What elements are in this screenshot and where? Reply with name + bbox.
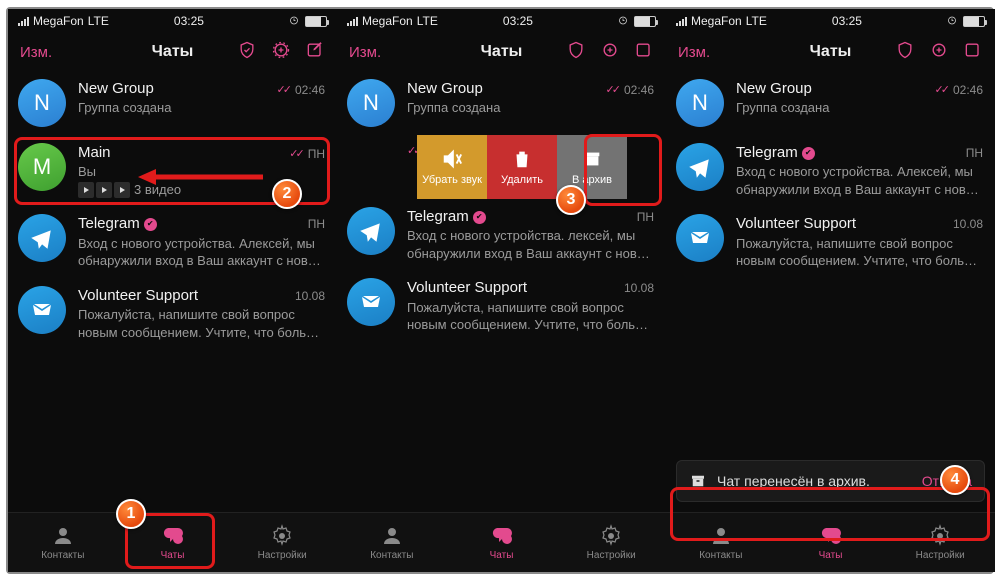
header: Изм. Чаты — [666, 33, 995, 71]
new-group-icon[interactable] — [271, 40, 291, 65]
snackbar-text: Чат перенесён в архив. — [717, 473, 870, 489]
snackbar: Чат перенесён в архив. Отмена — [676, 460, 985, 502]
screen-1: MegaFon LTE 03:25 Изм. Чаты N — [8, 9, 337, 572]
tab-contacts[interactable]: Контакты — [666, 513, 776, 572]
tab-chats[interactable]: Чаты — [118, 513, 228, 572]
chat-name: Volunteer Support — [78, 286, 198, 306]
edit-button[interactable]: Изм. — [349, 44, 381, 61]
chat-telegram[interactable]: Telegram ✔ПНВход с нового устройства. Ал… — [666, 135, 995, 206]
verified-icon: ✔ — [144, 218, 157, 231]
chat-preview: Вы 3 видео — [78, 163, 325, 198]
chat-volunteer-support[interactable]: Volunteer Support10.08Пожалуйста, напиши… — [666, 206, 995, 277]
chat-telegram[interactable]: Telegram ✔ПНВход с нового устройства. ле… — [337, 199, 666, 270]
swipe-mute[interactable]: Убрать звук — [417, 135, 487, 199]
chat-time: ✓✓02:46 — [277, 82, 325, 98]
swipe-archive[interactable]: В архив — [557, 135, 627, 199]
tab-settings[interactable]: Настройки — [227, 513, 337, 572]
network: LTE — [88, 14, 109, 28]
chat-preview: Группа создана — [78, 99, 325, 117]
edit-button[interactable]: Изм. — [678, 44, 710, 61]
chat-main-swiped[interactable]: ✓✓ПН Убрать звук Удалить В архив — [337, 135, 666, 199]
proxy-icon[interactable] — [566, 40, 586, 65]
new-group-icon[interactable] — [600, 40, 620, 65]
compose-icon[interactable] — [634, 40, 654, 65]
tab-contacts[interactable]: Контакты — [8, 513, 118, 572]
header: Изм. Чаты — [8, 33, 337, 71]
alarm-icon — [287, 14, 301, 29]
tab-contacts[interactable]: Контакты — [337, 513, 447, 572]
chat-preview: Пожалуйста, напишите свой вопрос новым с… — [78, 306, 325, 341]
status-bar: MegaFon LTE 03:25 — [8, 9, 337, 33]
compose-icon[interactable] — [305, 40, 325, 65]
edit-button[interactable]: Изм. — [20, 44, 52, 61]
compose-icon[interactable] — [963, 40, 983, 65]
chat-name: Telegram ✔ — [78, 214, 157, 234]
tab-chats[interactable]: Чаты — [447, 513, 557, 572]
chat-name: Main — [78, 143, 111, 163]
avatar: M — [18, 143, 66, 191]
dnd-icon — [269, 14, 283, 29]
archive-icon — [689, 472, 707, 490]
tab-chats[interactable]: Чаты — [776, 513, 886, 572]
chat-time: ПН — [308, 216, 325, 232]
header-title: Чаты — [152, 43, 194, 61]
snackbar-cancel[interactable]: Отмена — [922, 473, 972, 489]
screen-2: MegaFonLTE 03:25 Изм. Чаты N New Group✓✓… — [337, 9, 666, 572]
swipe-delete[interactable]: Удалить — [487, 135, 557, 199]
chat-main[interactable]: M Main ✓✓ПН Вы 3 видео — [8, 135, 337, 206]
chat-time: 10.08 — [295, 288, 325, 304]
battery-icon — [305, 16, 327, 27]
carrier: MegaFon — [33, 14, 84, 28]
chat-new-group[interactable]: N New Group✓✓02:46Группа создана — [337, 71, 666, 135]
screen-3: MegaFonLTE 03:25 Изм. Чаты N New Group✓✓… — [666, 9, 995, 572]
chat-volunteer-support[interactable]: Volunteer Support 10.08 Пожалуйста, напи… — [8, 278, 337, 349]
status-bar: MegaFonLTE 03:25 — [337, 9, 666, 33]
chat-telegram[interactable]: Telegram ✔ ПН Вход с нового устройства. … — [8, 206, 337, 277]
chat-new-group[interactable]: N New Group✓✓02:46Группа создана — [666, 71, 995, 135]
signal-icon — [18, 17, 29, 26]
swipe-actions: Убрать звук Удалить В архив — [417, 135, 666, 199]
new-group-icon[interactable] — [929, 40, 949, 65]
avatar: N — [18, 79, 66, 127]
status-bar: MegaFonLTE 03:25 — [666, 9, 995, 33]
chat-time: ✓✓ПН — [289, 146, 325, 162]
header-title: Чаты — [810, 43, 852, 61]
tab-settings[interactable]: Настройки — [556, 513, 666, 572]
clock: 03:25 — [174, 14, 204, 28]
chat-name: New Group — [78, 79, 154, 99]
proxy-icon[interactable] — [895, 40, 915, 65]
proxy-icon[interactable] — [237, 40, 257, 65]
tab-settings[interactable]: Настройки — [885, 513, 995, 572]
header-title: Чаты — [481, 43, 523, 61]
header: Изм. Чаты — [337, 33, 666, 71]
chat-preview: Вход с нового устройства. Алексей, мы об… — [78, 235, 325, 270]
avatar — [18, 286, 66, 334]
chat-volunteer-support[interactable]: Volunteer Support10.08Пожалуйста, напиши… — [337, 270, 666, 341]
tab-bar: Контакты Чаты Настройки — [8, 512, 337, 572]
avatar — [18, 214, 66, 262]
chat-new-group[interactable]: N New Group ✓✓02:46 Группа создана — [8, 71, 337, 135]
